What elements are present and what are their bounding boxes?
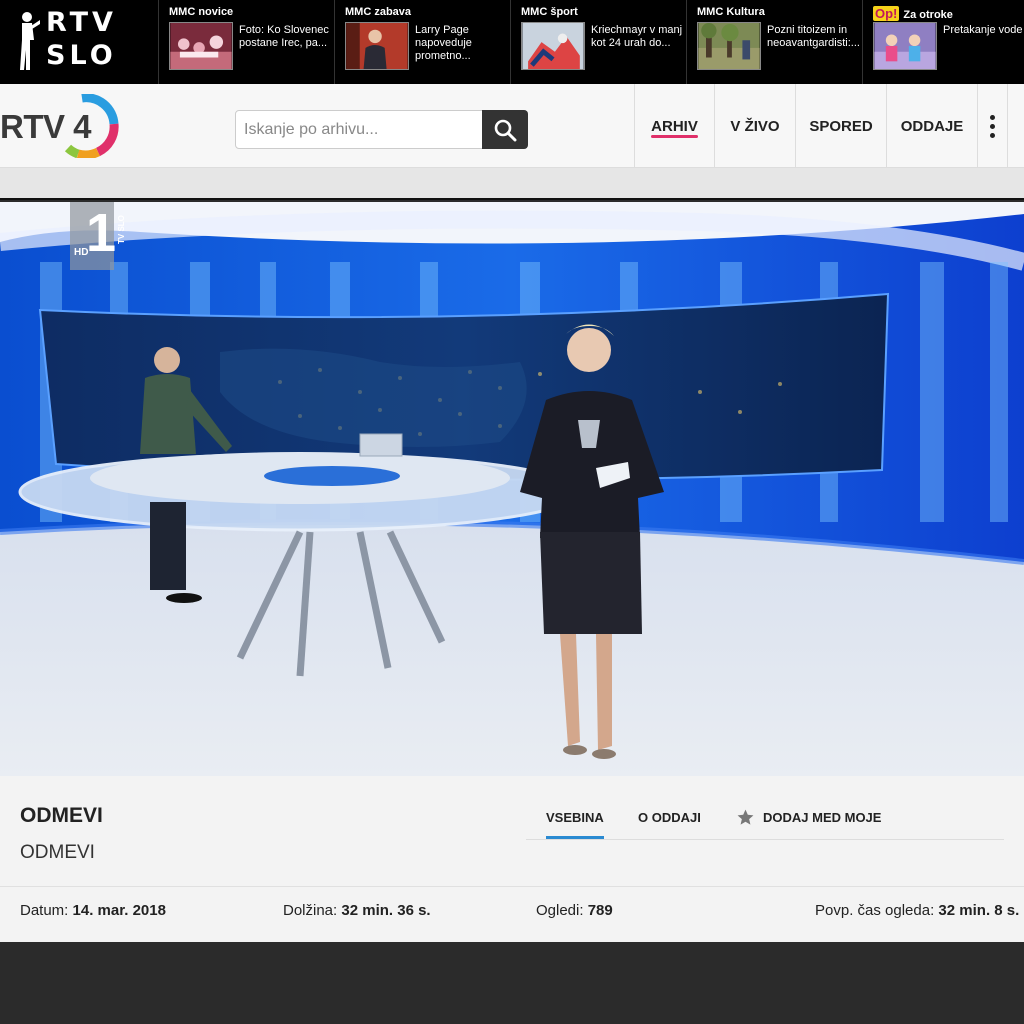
meta-avg-value: 32 min. 8 s. [938, 902, 1020, 919]
news-section-label: MMC Kultura [697, 6, 765, 18]
meta-date-value: 14. mar. 2018 [72, 902, 166, 919]
news-headline[interactable]: Kriechmayr v manj kot 24 urah do... [591, 24, 683, 50]
news-section-label: MMC novice [169, 6, 234, 18]
news-thumbnail[interactable] [345, 22, 409, 70]
search-input[interactable] [236, 111, 482, 148]
site-header: RTV 4 ARHIV V ŽIVO SPORED ODDAJE [0, 84, 1024, 168]
news-headline[interactable]: Pozni titoizem in neoavantgardisti:... [767, 24, 860, 50]
news-item-novice[interactable]: MMC novice Foto: Ko Slovenec postane Ire… [159, 0, 335, 84]
news-section-text: Za otroke [903, 9, 953, 21]
nav-oddaje[interactable]: ODDAJE [886, 84, 977, 168]
show-subtitle: ODMEVI [20, 842, 95, 863]
meta-length-value: 32 min. 36 s. [341, 902, 431, 919]
search-button[interactable] [482, 110, 528, 149]
meta-views-label: Ogledi: [536, 902, 584, 919]
rtvslo-logo-line1: RTV [46, 7, 117, 38]
show-title: ODMEVI [20, 804, 103, 827]
nav-v-zivo[interactable]: V ŽIVO [714, 84, 795, 168]
trumpeter-logo-icon [20, 12, 40, 70]
op-badge: Op! [873, 6, 900, 21]
video-player[interactable]: HD 1 TV SLO [0, 202, 1024, 776]
news-thumbnail[interactable] [169, 22, 233, 70]
meta-date-label: Datum: [20, 902, 69, 919]
rtv4-ring-icon [64, 94, 119, 158]
news-thumbnail[interactable] [521, 22, 585, 70]
news-section-label: Op! Za otroke [873, 6, 953, 21]
news-studio-frame [0, 202, 1024, 776]
news-item-sport[interactable]: MMC šport Kriechmayr v manj kot 24 urah … [511, 0, 687, 84]
search-icon [494, 119, 517, 141]
meta-avg-watch: Povp. čas ogleda: 32 min. 8 s. [815, 902, 1019, 919]
nav-arhiv[interactable]: ARHIV [634, 84, 714, 168]
rtv4-logo[interactable]: RTV 4 [0, 94, 130, 158]
news-thumbnail[interactable] [697, 22, 761, 70]
meta-length: Dolžina: 32 min. 36 s. [283, 902, 431, 919]
meta-date: Datum: 14. mar. 2018 [20, 902, 166, 919]
news-headline[interactable]: Pretakanje vode [943, 24, 1024, 37]
meta-length-label: Dolžina: [283, 902, 338, 919]
channel-tv-slo-label: TV SLO [117, 215, 126, 244]
news-item-zabava[interactable]: MMC zabava Larry Page napoveduje prometn… [335, 0, 511, 84]
news-headline[interactable]: Foto: Ko Slovenec postane Irec, pa... [239, 24, 331, 50]
main-nav: ARHIV V ŽIVO SPORED ODDAJE [634, 84, 1008, 168]
star-icon [737, 809, 754, 825]
rtvslo-logo-line2: SLO [46, 40, 117, 71]
news-section-label: MMC šport [521, 6, 578, 18]
add-to-favorites-button[interactable]: DODAJ MED MOJE [736, 808, 881, 827]
archive-search [235, 110, 528, 149]
show-info-panel: ODMEVI ODMEVI VSEBINA O ODDAJI DODAJ MED… [0, 776, 1024, 886]
header-subbar [0, 168, 1024, 200]
page-footer [0, 942, 1024, 1024]
tab-o-oddaji[interactable]: O ODDAJI [638, 810, 701, 825]
news-thumbnail[interactable] [873, 22, 937, 70]
show-meta: Datum: 14. mar. 2018 Dolžina: 32 min. 36… [0, 886, 1024, 942]
nav-spored[interactable]: SPORED [795, 84, 886, 168]
show-tabs: VSEBINA O ODDAJI DODAJ MED MOJE [526, 808, 1004, 840]
kebab-menu-icon [990, 114, 995, 138]
news-item-za-otroke[interactable]: Op! Za otroke Pretakanje vode [863, 0, 1024, 84]
rtvslo-top-strip: RTV SLO MMC novice Foto: Ko Slovenec pos… [0, 0, 1024, 84]
tab-vsebina[interactable]: VSEBINA [546, 810, 604, 839]
more-menu-button[interactable] [977, 84, 1008, 168]
meta-views-value: 789 [587, 902, 613, 919]
add-to-favorites-label: DODAJ MED MOJE [763, 810, 882, 825]
meta-views: Ogledi: 789 [536, 902, 613, 919]
rtvslo-logo[interactable]: RTV SLO [0, 0, 159, 84]
news-item-kultura[interactable]: MMC Kultura Pozni titoizem in neoavantga… [687, 0, 863, 84]
channel-number: 1 [86, 203, 117, 263]
meta-avg-label: Povp. čas ogleda: [815, 902, 935, 919]
news-section-label: MMC zabava [345, 6, 412, 18]
news-headline[interactable]: Larry Page napoveduje prometno... [415, 24, 507, 63]
